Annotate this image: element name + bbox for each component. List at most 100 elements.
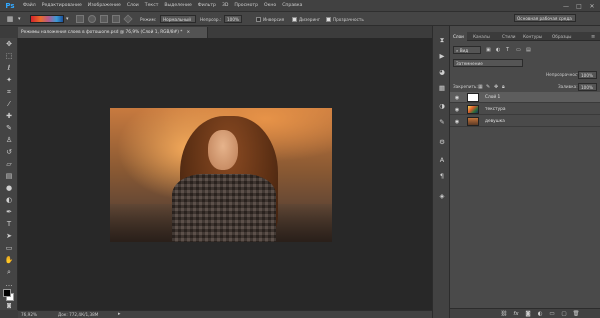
gradient-tool-icon[interactable]: ▦ <box>4 14 16 24</box>
menu-3d[interactable]: 3D <box>222 3 228 8</box>
filter-smart-icon[interactable]: ▤ <box>526 47 531 53</box>
menu-window[interactable]: Окно <box>264 3 276 8</box>
document-image[interactable] <box>110 108 332 242</box>
transparency-checkbox[interactable]: Прозрачность <box>326 14 364 24</box>
close-tab-icon[interactable]: × <box>186 30 190 35</box>
healing-icon[interactable]: ✚ <box>4 112 14 121</box>
status-menu-arrow[interactable]: ▸ <box>118 311 121 317</box>
filter-type-icon[interactable]: T <box>506 47 509 53</box>
lasso-icon[interactable]: ℓ <box>4 64 14 73</box>
tab-swatches[interactable]: Образцы <box>549 32 575 41</box>
filter-shape-icon[interactable]: ▭ <box>516 47 521 53</box>
blur-icon[interactable]: ● <box>4 184 14 193</box>
menu-file[interactable]: Файл <box>23 3 36 8</box>
menu-edit[interactable]: Редактирование <box>42 3 82 8</box>
trash-icon[interactable]: 🗑︎ <box>572 310 580 318</box>
character-panel-icon[interactable]: A <box>437 156 447 165</box>
move-icon[interactable]: ✥ <box>4 40 14 49</box>
paragraph-panel-icon[interactable]: ¶ <box>437 172 447 181</box>
marquee-icon[interactable]: ⬚ <box>4 52 14 61</box>
fill-field[interactable]: 100% <box>578 83 597 91</box>
tab-channels[interactable]: Каналы <box>470 32 493 41</box>
type-icon[interactable]: T <box>4 220 14 229</box>
more-tools-icon[interactable]: … <box>4 280 14 289</box>
pen-icon[interactable]: ✒ <box>4 208 14 217</box>
opacity-field[interactable]: 100% <box>224 15 242 23</box>
tab-layers[interactable]: Слои <box>450 32 467 41</box>
actions-panel-icon[interactable]: ▶ <box>437 52 447 61</box>
new-layer-icon[interactable]: ▢ <box>560 310 568 318</box>
zoom-icon[interactable]: ⌕ <box>4 268 14 277</box>
visibility-eye-icon[interactable]: ◉ <box>453 118 461 125</box>
kind-filter-select[interactable]: ⌕ Вид <box>453 46 481 54</box>
angle-gradient-icon[interactable] <box>100 15 108 23</box>
workspace-select[interactable]: Основная рабочая среда <box>514 14 576 22</box>
image-face <box>208 130 238 170</box>
linear-gradient-icon[interactable] <box>76 15 84 23</box>
eyedropper-icon[interactable]: ⁄ <box>4 100 14 109</box>
swatches-panel-icon[interactable]: ▦ <box>437 84 447 93</box>
fx-icon[interactable]: fx <box>512 310 520 318</box>
brush-icon[interactable]: ✎ <box>4 124 14 133</box>
magic-wand-icon[interactable]: ✦ <box>4 76 14 85</box>
properties-panel-icon[interactable]: ⚙ <box>437 138 447 147</box>
gradient-chevron-icon[interactable]: ▾ <box>66 14 69 24</box>
lock-all-icon[interactable]: 🔒︎ <box>502 84 505 90</box>
gradient-picker[interactable] <box>30 15 64 23</box>
brush-panel-icon[interactable]: ✎ <box>437 118 447 127</box>
visibility-eye-icon[interactable]: ◉ <box>453 94 461 101</box>
path-selection-icon[interactable]: ➤ <box>4 232 14 241</box>
visibility-eye-icon[interactable]: ◉ <box>453 106 461 113</box>
tab-styles[interactable]: Стили <box>499 32 518 41</box>
tab-paths[interactable]: Контуры <box>520 32 545 41</box>
menu-type[interactable]: Текст <box>145 3 159 8</box>
mask-icon[interactable]: ◙ <box>524 310 532 318</box>
dither-checkbox[interactable]: Дизеринг <box>292 14 320 24</box>
foreground-color-swatch[interactable] <box>3 289 11 297</box>
adjustment-icon[interactable]: ◐ <box>536 310 544 318</box>
mode-select[interactable]: Нормальный <box>160 15 196 23</box>
minimize-button[interactable]: — <box>560 0 572 12</box>
filter-adjustment-icon[interactable]: ◐ <box>496 47 500 53</box>
clone-stamp-icon[interactable]: ♙ <box>4 136 14 145</box>
shape-icon[interactable]: ▭ <box>4 244 14 253</box>
hand-icon[interactable]: ✋ <box>4 256 14 265</box>
layer-row-girl[interactable]: ◉ девушка <box>450 116 600 127</box>
menu-image[interactable]: Изображение <box>88 3 121 8</box>
diamond-gradient-icon[interactable] <box>123 14 133 24</box>
link-icon[interactable]: ⛓ <box>500 310 508 318</box>
history-panel-icon[interactable]: ⧗ <box>437 36 447 45</box>
quick-mask-icon[interactable]: ◙ <box>4 302 14 311</box>
dodge-icon[interactable]: ◐ <box>4 196 14 205</box>
panel-menu-icon[interactable]: ≡ <box>588 32 598 41</box>
close-window-button[interactable]: ✕ <box>586 0 598 12</box>
document-tab[interactable]: Режимы наложения слоев в фотошопе.psd @ … <box>18 27 208 38</box>
tool-preset-chevron-icon[interactable]: ▾ <box>18 14 21 24</box>
folder-icon[interactable]: ▭ <box>548 310 556 318</box>
menu-select[interactable]: Выделение <box>164 3 191 8</box>
layer-opacity-field[interactable]: 100% <box>578 71 597 79</box>
lock-position-icon[interactable]: ✥ <box>494 84 498 90</box>
reflected-gradient-icon[interactable] <box>112 15 120 23</box>
3d-panel-icon[interactable]: ◈ <box>437 192 447 201</box>
menu-filter[interactable]: Фильтр <box>198 3 216 8</box>
gradient-icon[interactable]: ▤ <box>4 172 14 181</box>
menu-layers[interactable]: Слои <box>127 3 139 8</box>
zoom-level[interactable]: 76,92% <box>21 312 37 317</box>
adjustments-panel-icon[interactable]: ◑ <box>437 102 447 111</box>
inverse-checkbox[interactable]: Инверсия <box>256 14 284 24</box>
history-brush-icon[interactable]: ↺ <box>4 148 14 157</box>
layer-row-layer1[interactable]: ◉ Слой 1 <box>450 92 600 103</box>
layer-row-texture[interactable]: ◉ текстура <box>450 104 600 115</box>
crop-icon[interactable]: ⌗ <box>4 88 14 97</box>
filter-pixel-icon[interactable]: ▣ <box>486 47 491 53</box>
color-panel-icon[interactable]: ◕ <box>437 68 447 77</box>
eraser-icon[interactable]: ▱ <box>4 160 14 169</box>
lock-pixels-icon[interactable]: ✎ <box>486 84 490 90</box>
menu-help[interactable]: Справка <box>282 3 302 8</box>
menu-view[interactable]: Просмотр <box>234 3 258 8</box>
lock-transparent-icon[interactable]: ▦ <box>478 84 483 90</box>
blend-mode-select[interactable]: Затемнение <box>453 59 523 67</box>
radial-gradient-icon[interactable] <box>88 15 96 23</box>
maximize-button[interactable]: □ <box>573 0 585 12</box>
